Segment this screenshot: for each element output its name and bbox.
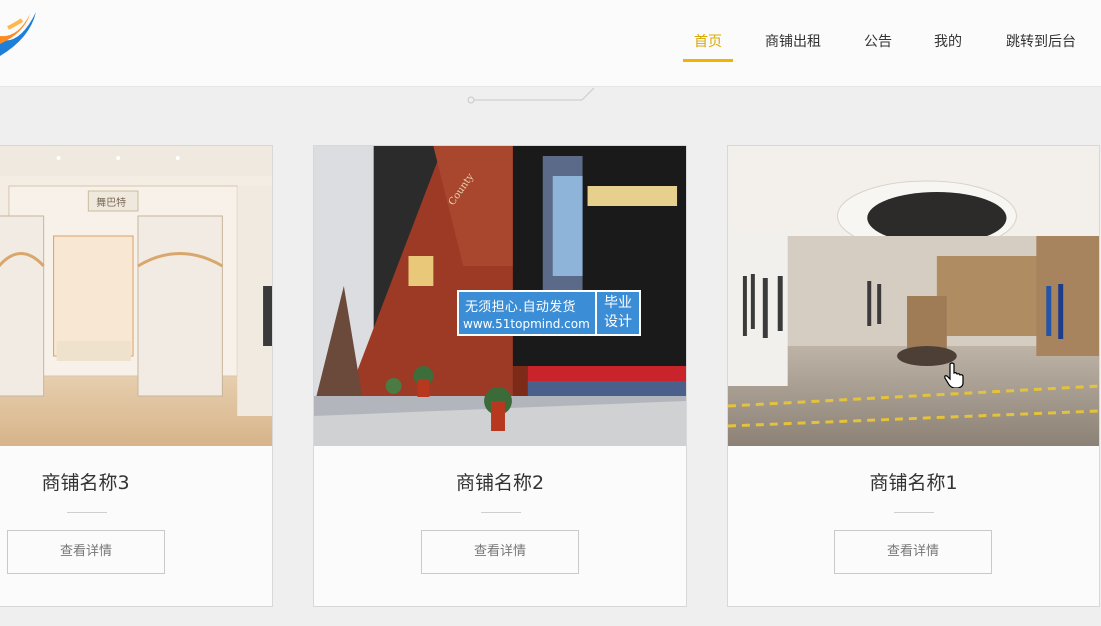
shop-name: 商铺名称2 bbox=[455, 472, 545, 494]
nav-announcements-label: 公告 bbox=[864, 34, 892, 50]
nav-active-underline bbox=[683, 59, 733, 62]
watermark-banner: 无须担心.自动发货 www.51topmind.com 毕业 设计 bbox=[457, 290, 641, 336]
nav-home-label: 首页 bbox=[694, 34, 722, 50]
card-divider bbox=[481, 512, 521, 513]
shop-photo[interactable]: 舞巴特 bbox=[0, 146, 272, 446]
view-details-button[interactable]: 查看详情 bbox=[7, 530, 165, 574]
view-details-button[interactable]: 查看详情 bbox=[421, 530, 579, 574]
nav-admin[interactable]: 跳转到后台 bbox=[1001, 0, 1081, 62]
shop-card: County 无须担心.自动发货 www.51topmind.com 毕业 设计… bbox=[313, 145, 687, 607]
decorative-line bbox=[467, 87, 595, 104]
site-header: 首页 商铺出租 公告 我的 跳转到后台 bbox=[0, 0, 1101, 87]
watermark-line1: 无须担心.自动发货 bbox=[465, 300, 576, 315]
card-divider bbox=[894, 512, 934, 513]
shop-photo-image: 舞巴特 bbox=[0, 146, 272, 446]
site-logo-icon[interactable] bbox=[0, 0, 40, 62]
shop-sign-text: 舞巴特 bbox=[96, 197, 126, 209]
nav-admin-label: 跳转到后台 bbox=[1006, 34, 1076, 50]
shop-card: 舞巴特 商铺名称3 查看详情 bbox=[0, 145, 273, 607]
shop-name: 商铺名称3 bbox=[41, 472, 130, 494]
watermark-right-top: 毕业 bbox=[604, 295, 632, 311]
watermark-right-bottom: 设计 bbox=[604, 314, 632, 330]
nav-mine-label: 我的 bbox=[934, 34, 962, 50]
nav-shop-rental-label: 商铺出租 bbox=[765, 34, 821, 50]
watermark-url: www.51topmind.com bbox=[463, 317, 590, 331]
shop-card: 商铺名称1 查看详情 bbox=[727, 145, 1100, 607]
card-divider bbox=[67, 512, 107, 513]
nav-home[interactable]: 首页 bbox=[683, 0, 733, 62]
shop-photo-image bbox=[728, 146, 1099, 446]
nav-shop-rental[interactable]: 商铺出租 bbox=[761, 0, 825, 62]
nav-announcements[interactable]: 公告 bbox=[861, 0, 895, 62]
view-details-button[interactable]: 查看详情 bbox=[834, 530, 992, 574]
shop-name: 商铺名称1 bbox=[869, 472, 958, 494]
hand-cursor-icon bbox=[944, 362, 964, 388]
watermark-right: 毕业 设计 bbox=[595, 292, 639, 334]
shop-photo[interactable] bbox=[728, 146, 1099, 446]
nav-mine[interactable]: 我的 bbox=[931, 0, 965, 62]
